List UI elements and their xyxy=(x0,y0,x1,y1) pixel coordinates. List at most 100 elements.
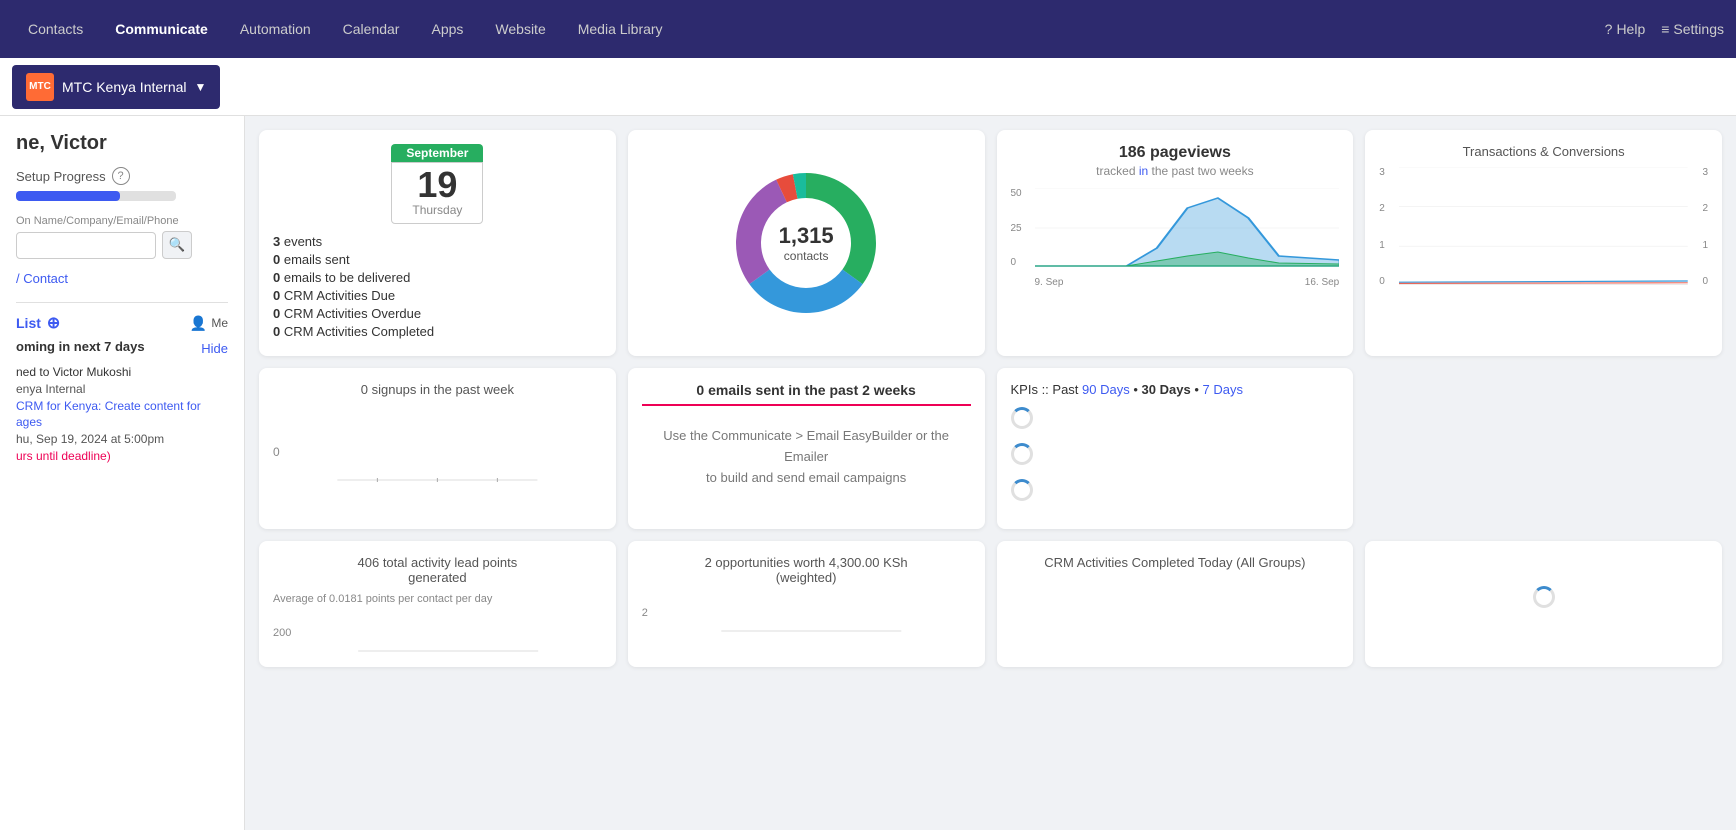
opportunities-card: 2 opportunities worth 4,300.00 KSh (weig… xyxy=(628,541,985,667)
transactions-svg xyxy=(1399,167,1688,287)
task-time: hu, Sep 19, 2024 at 5:00pm xyxy=(16,431,228,448)
y-label-0: 0 xyxy=(1011,257,1022,268)
crm-activities-card: CRM Activities Completed Today (All Grou… xyxy=(997,541,1354,667)
hide-button[interactable]: Hide xyxy=(201,341,228,356)
kpis-link-30[interactable]: 30 Days xyxy=(1142,382,1191,397)
emails-header: 0 emails sent in the past 2 weeks xyxy=(642,382,971,406)
emails-line2: Emailer xyxy=(642,447,971,468)
activity-title-text: 406 total activity lead points xyxy=(358,555,518,570)
kpis-header: KPIs :: Past 90 Days • 30 Days • 7 Days xyxy=(1011,382,1340,397)
kpis-link-7[interactable]: 7 Days xyxy=(1203,382,1243,397)
nav-item-contacts[interactable]: Contacts xyxy=(12,0,99,58)
donut-number: 1,315 xyxy=(779,223,834,249)
opportunities-svg xyxy=(652,593,971,633)
pageviews-card: 186 pageviews tracked in the past two we… xyxy=(997,130,1354,356)
pageviews-chart: 50 25 0 9. Sep 16. Sep xyxy=(1011,188,1340,288)
plus-icon[interactable]: ⊕ xyxy=(47,313,60,333)
signups-zero: 0 xyxy=(273,445,280,459)
nav-right-section: ? Help ≡ Settings xyxy=(1605,21,1724,37)
org-selector[interactable]: MTC MTC Kenya Internal ▼ xyxy=(12,65,220,109)
cal-stat-item: 0 CRM Activities Completed xyxy=(273,324,602,339)
task-assigned: ned to Victor Mukoshi xyxy=(16,364,228,381)
list-header: List ⊕ 👤 Me xyxy=(16,313,228,333)
contact-link[interactable]: / Contact xyxy=(16,271,228,286)
nav-item-automation[interactable]: Automation xyxy=(224,0,327,58)
setup-progress-label: Setup Progress xyxy=(16,169,106,184)
donut-segment xyxy=(749,269,862,313)
opportunities-title-text: 2 opportunities worth 4,300.00 KSh xyxy=(705,555,908,570)
cal-month-badge-wrapper: September 19 Thursday xyxy=(391,144,483,224)
cal-stat-item: 3 events xyxy=(273,234,602,249)
cal-stat-item: 0 CRM Activities Overdue xyxy=(273,306,602,321)
me-label: Me xyxy=(211,316,228,330)
pageviews-y-labels: 50 25 0 xyxy=(1011,188,1022,268)
kpis-dot2: • xyxy=(1194,382,1202,397)
tracked-text: tracked xyxy=(1096,164,1135,178)
nav-item-media-library[interactable]: Media Library xyxy=(562,0,679,58)
emails-card: 0 emails sent in the past 2 weeks Use th… xyxy=(628,368,985,529)
task-company: enya Internal xyxy=(16,381,228,398)
help-button[interactable]: ? Help xyxy=(1605,21,1646,37)
y-label-25: 25 xyxy=(1011,223,1022,234)
emails-line1: Use the Communicate > Email EasyBuilder … xyxy=(642,426,971,447)
in-text: in xyxy=(1139,164,1148,178)
list-title[interactable]: List ⊕ xyxy=(16,313,60,333)
activity-title: 406 total activity lead points generated xyxy=(273,555,602,585)
x-label-sep16: 16. Sep xyxy=(1305,277,1339,288)
sub-bar: MTC MTC Kenya Internal ▼ xyxy=(0,58,1736,116)
nav-item-calendar[interactable]: Calendar xyxy=(327,0,416,58)
org-name: MTC Kenya Internal xyxy=(62,79,187,95)
kpis-title-text: KPIs :: Past xyxy=(1011,382,1079,397)
search-icon: 🔍 xyxy=(169,237,186,253)
setup-progress-help[interactable]: ? xyxy=(112,167,130,185)
help-icon: ? xyxy=(1605,21,1613,37)
nav-item-communicate[interactable]: Communicate xyxy=(99,0,224,58)
search-label: On Name/Company/Email/Phone xyxy=(16,215,228,227)
cal-stat-item: 0 CRM Activities Due xyxy=(273,288,602,303)
progress-bar-container xyxy=(16,191,176,201)
nav-label-communicate: Communicate xyxy=(115,21,208,37)
trans-y-labels-right: 3210 xyxy=(1702,167,1708,287)
signups-svg xyxy=(273,425,602,485)
task-desc: CRM for Kenya: Create content for xyxy=(16,398,228,415)
search-input[interactable] xyxy=(16,232,156,259)
last-card xyxy=(1365,541,1722,667)
settings-button[interactable]: ≡ Settings xyxy=(1661,21,1724,37)
opportunities-chart-row: 2 xyxy=(642,593,971,633)
cal-stat-item: 0 emails sent xyxy=(273,252,602,267)
task-desc2: ages xyxy=(16,414,228,431)
kpis-card: KPIs :: Past 90 Days • 30 Days • 7 Days xyxy=(997,368,1354,529)
coming-up-label: oming in next 7 days xyxy=(16,339,145,354)
progress-bar-fill xyxy=(16,191,120,201)
nav-item-apps[interactable]: Apps xyxy=(415,0,479,58)
cal-month-badge: September xyxy=(391,144,483,162)
search-button[interactable]: 🔍 xyxy=(162,231,192,259)
pageviews-subtitle: tracked in the past two weeks xyxy=(1011,164,1340,178)
org-icon-text: MTC xyxy=(29,81,51,92)
top-navigation: Contacts Communicate Automation Calendar… xyxy=(0,0,1736,58)
cal-header: September 19 Thursday xyxy=(273,144,602,224)
transactions-card: Transactions & Conversions 3210 3210 xyxy=(1365,130,1722,356)
divider-1 xyxy=(16,302,228,303)
main-layout: ne, Victor Setup Progress ? On Name/Comp… xyxy=(0,116,1736,830)
nav-label-automation: Automation xyxy=(240,21,311,37)
activity-y-label: 200 xyxy=(273,627,291,639)
me-badge[interactable]: 👤 Me xyxy=(190,315,228,332)
kpis-link-90[interactable]: 90 Days xyxy=(1082,382,1130,397)
x-label-sep9: 9. Sep xyxy=(1035,277,1064,288)
calendar-card: September 19 Thursday 3 events 0 emails s… xyxy=(259,130,616,356)
y-label-50: 50 xyxy=(1011,188,1022,199)
transactions-chart: 3210 3210 xyxy=(1379,167,1708,307)
cal-day-num: 19 xyxy=(412,167,462,203)
nav-label-website: Website xyxy=(495,21,545,37)
crm-activities-title: CRM Activities Completed Today (All Grou… xyxy=(1011,555,1340,570)
nav-item-website[interactable]: Website xyxy=(479,0,561,58)
user-name: ne, Victor xyxy=(16,132,228,155)
spinner-last xyxy=(1533,586,1555,608)
nav-label-media-library: Media Library xyxy=(578,21,663,37)
settings-label: Settings xyxy=(1673,21,1724,37)
last-card-loading xyxy=(1533,586,1555,608)
empty-cell-r2c4 xyxy=(1365,368,1722,529)
chevron-down-icon: ▼ xyxy=(195,80,207,94)
kpis-dot1: • xyxy=(1133,382,1141,397)
